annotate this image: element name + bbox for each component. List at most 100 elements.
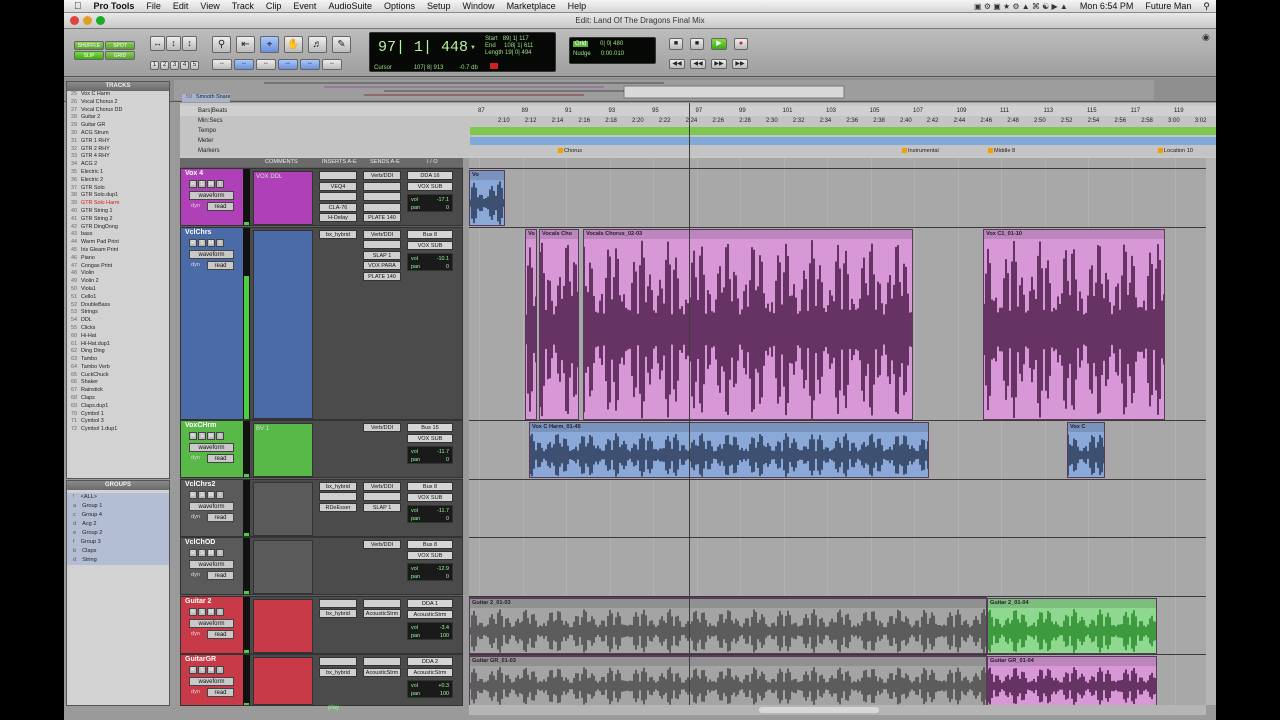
track-list-item[interactable]: 35 Electric 1 <box>67 169 169 177</box>
audio-region[interactable]: Vox C1_01-10 <box>983 228 1165 420</box>
timeline-track[interactable]: Vo Vocals Cho Vocals Chorus_02-03 Vox C1_01… <box>469 226 1206 420</box>
rewind-to-start-button[interactable]: ◀◀ <box>669 59 685 69</box>
ruler-tempo[interactable]: Tempo <box>180 126 1216 136</box>
track-view-select[interactable]: waveform <box>189 560 234 569</box>
vol-pan-display[interactable]: vol -3.4 pan 100 <box>407 621 453 640</box>
loop-button[interactable]: ■ <box>690 38 704 50</box>
app-menu[interactable]: Pro Tools <box>88 1 141 11</box>
track-list-item[interactable]: 69 Claps.dup1 <box>67 403 169 411</box>
automation-mode-select[interactable]: read <box>207 202 234 211</box>
pencil-tool-icon[interactable]: ✎ <box>332 36 351 53</box>
zoom-button[interactable]: ↕ <box>182 36 197 51</box>
track-i-button[interactable]: I <box>216 666 224 674</box>
automation-mode-select[interactable]: read <box>207 629 234 639</box>
track-s-button[interactable]: S <box>198 549 206 557</box>
group-item[interactable]: b Claps <box>67 547 169 556</box>
marker-chorus[interactable]: Chorus <box>558 146 582 156</box>
track-view-select[interactable]: waveform <box>189 618 234 628</box>
track-name[interactable]: VoxCHrm <box>185 422 216 429</box>
track-i-button[interactable]: I <box>216 490 224 499</box>
zoomer-tool-icon[interactable]: ⚲ <box>212 36 231 53</box>
status-icons[interactable]: ▣ ⚙ ▣ ★ ⚙ ▲ ⌘ ☯ ▶ ▲ <box>968 2 1074 11</box>
track-input[interactable]: Bus 8 <box>407 481 453 491</box>
track-name[interactable]: Guitar 2 <box>185 598 211 605</box>
track-comment[interactable] <box>253 598 313 653</box>
audio-region[interactable]: Guitar 2_01-03 <box>469 597 987 654</box>
track-m-button[interactable]: M <box>207 180 215 188</box>
track-comment[interactable] <box>253 657 313 705</box>
track-comment[interactable] <box>253 540 313 594</box>
timeline-track[interactable]: Guitar GR_01-03 Guitar GR_01-04 <box>469 654 1206 705</box>
audio-region[interactable]: Vox C Harm_01-45 <box>529 422 929 478</box>
smart-tool-c-icon[interactable]: ↔ <box>256 59 276 70</box>
group-item[interactable]: a Group 1 <box>67 502 169 511</box>
send-slot[interactable] <box>363 598 401 608</box>
track-input[interactable]: Bus 15 <box>407 423 453 432</box>
vol-pan-display[interactable]: vol -17.1 pan 0 <box>407 194 453 212</box>
edit-timeline-area[interactable]: Vo Vo Vocals Cho Vocals Chorus_02-03 Vox C1_… <box>469 158 1206 705</box>
trim-tool-icon[interactable]: ⇤ <box>236 36 255 53</box>
insert-slot[interactable] <box>319 192 357 201</box>
track-i-button[interactable]: I <box>216 238 224 247</box>
menu-track[interactable]: Track <box>226 1 260 11</box>
menubar-user[interactable]: Future Man <box>1139 1 1197 11</box>
audio-region[interactable]: Vocals Cho <box>539 228 579 420</box>
track-view-select[interactable]: waveform <box>189 501 234 511</box>
automation-mode-select[interactable]: read <box>207 260 234 270</box>
smart-tool-d-icon[interactable]: ↔ <box>278 59 298 70</box>
track-header[interactable]: GuitarGR29RSMIwaveformreaddynbx_hybridAc… <box>180 654 463 706</box>
track-list-item[interactable]: 27 Vocal Chorus DD <box>67 107 169 115</box>
marker-middle-8[interactable]: Middle 8 <box>988 146 1015 156</box>
tracks-panel-title[interactable]: TRACKS <box>67 82 169 91</box>
menu-file[interactable]: File <box>140 1 167 11</box>
menubar-clock[interactable]: Mon 6:54 PM <box>1074 1 1140 11</box>
track-list-item[interactable]: 63 Tambo <box>67 356 169 364</box>
audio-region[interactable]: Guitar GR_01-03 <box>469 656 987 705</box>
record-button[interactable]: ● <box>734 38 748 50</box>
groups-panel-title[interactable]: GROUPS <box>67 481 169 490</box>
send-slot[interactable]: VOX PARA <box>363 261 401 270</box>
apple-menu-icon[interactable]:  <box>64 1 88 12</box>
smart-tool-b-icon[interactable]: ↔ <box>234 59 254 70</box>
toolbar-menu-icon[interactable]: ◉ <box>1202 32 1210 43</box>
track-input[interactable]: DDA 16 <box>407 171 453 180</box>
insert-slot[interactable]: H-Delay <box>319 213 357 222</box>
send-slot[interactable]: SLAP 1 <box>363 502 401 512</box>
track-list-item[interactable]: 45 Iris Gleam Print <box>67 247 169 255</box>
track-output[interactable]: AcousticStrm <box>407 668 453 677</box>
group-item[interactable]: c Group 4 <box>67 511 169 520</box>
track-list-item[interactable]: 44 Warm Pad Print <box>67 239 169 247</box>
spotlight-icon[interactable]: ⚲ <box>1197 1 1216 12</box>
track-s-button[interactable]: S <box>198 607 206 616</box>
ruler-markers[interactable]: Markers Chorus Instrumental Middle 8 Loc… <box>180 146 1216 156</box>
marker-location-10[interactable]: Location 10 <box>1158 146 1193 156</box>
track-name[interactable]: VclChOD <box>185 539 215 546</box>
track-list-item[interactable]: 55 Clicks <box>67 325 169 333</box>
track-r-button[interactable]: R <box>189 432 197 440</box>
track-list-item[interactable]: 47 Congas Print <box>67 263 169 271</box>
track-list-item[interactable]: 68 Claps <box>67 395 169 403</box>
zoom-window-button[interactable] <box>96 16 105 25</box>
track-input[interactable]: DDA 2 <box>407 657 453 666</box>
track-list-item[interactable]: 54 DDL <box>67 317 169 325</box>
track-s-button[interactable]: S <box>198 666 206 674</box>
track-input[interactable]: Bus 8 <box>407 540 453 549</box>
timeline-track[interactable]: Guitar 2_01-03 Guitar 2_01-04 <box>469 595 1206 655</box>
track-list-item[interactable]: 67 Rainstick <box>67 387 169 395</box>
start-value[interactable]: 89| 1| 117 <box>503 36 529 42</box>
track-name[interactable]: VclChrs <box>185 229 211 236</box>
track-r-button[interactable]: R <box>189 607 197 616</box>
track-list-item[interactable]: 52 DoubleBass <box>67 302 169 310</box>
vol-pan-display[interactable]: vol -11.7 pan 0 <box>407 504 453 523</box>
ruler-meter[interactable]: Meter <box>180 136 1216 146</box>
track-i-button[interactable]: I <box>216 432 224 440</box>
track-m-button[interactable]: M <box>207 490 215 499</box>
track-output[interactable]: AcousticStrm <box>407 609 453 619</box>
track-list-item[interactable]: 65 CuckChuck <box>67 372 169 380</box>
horizontal-scrollbar[interactable] <box>469 705 1206 715</box>
main-counter[interactable]: 97| 1| 448 ▼ Start 89| 1| 117 End 108| 1… <box>369 32 556 72</box>
track-list-item[interactable]: 41 GTR String 2 <box>67 216 169 224</box>
track-view-select[interactable]: waveform <box>189 443 234 452</box>
zoom-preset-3[interactable]: 3 <box>170 61 179 70</box>
send-slot[interactable]: AcousticStrm <box>363 609 401 618</box>
